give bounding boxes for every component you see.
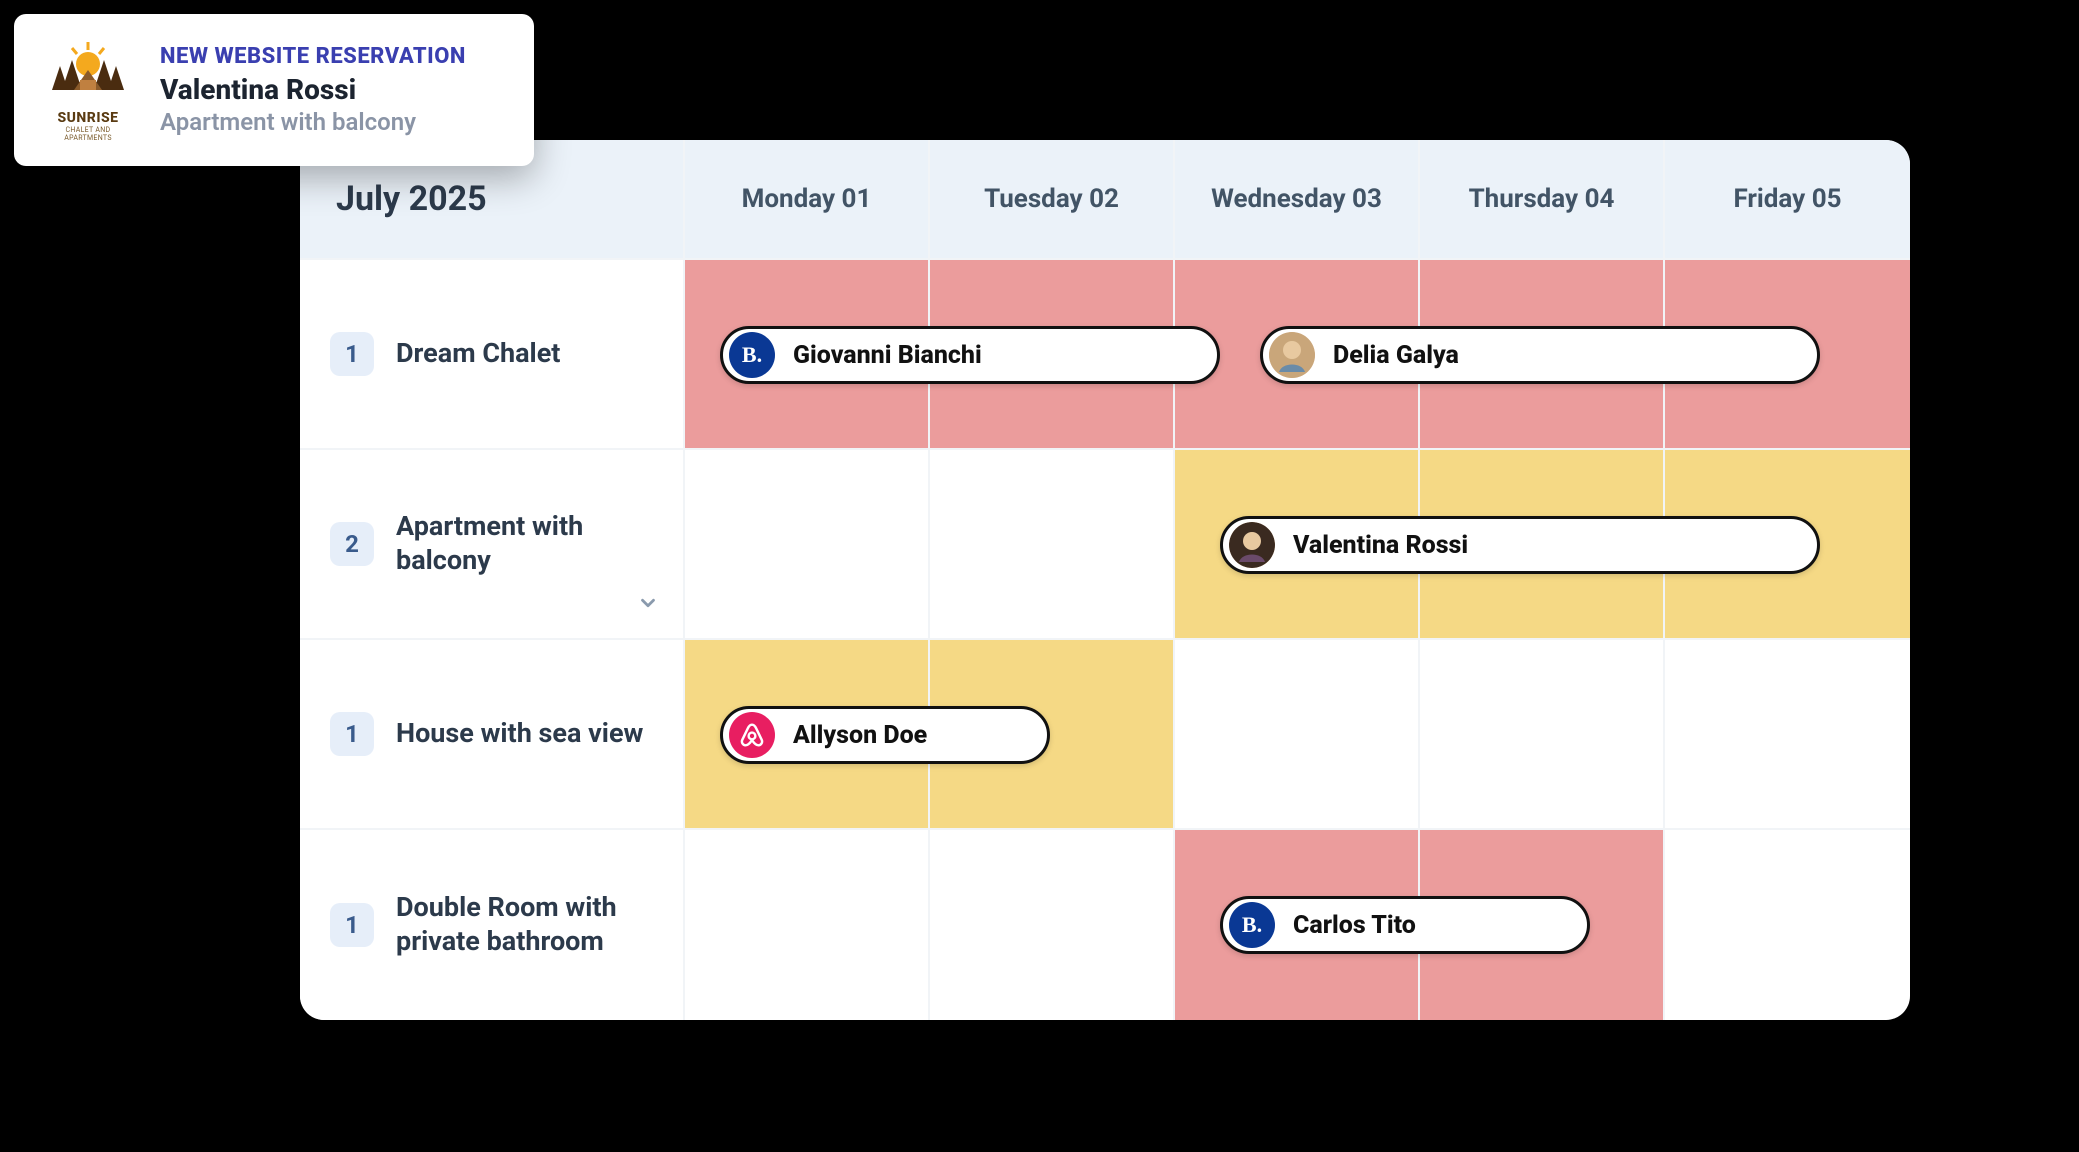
- reservation-toast[interactable]: SUNRISE CHALET AND APARTMENTS NEW WEBSIT…: [14, 14, 534, 166]
- day-header: Friday 05: [1665, 140, 1910, 260]
- day-label: Wednesday 03: [1211, 184, 1382, 214]
- airbnb-icon: [729, 712, 775, 758]
- toast-room-name: Apartment with balcony: [160, 108, 466, 136]
- calendar-cell[interactable]: [1665, 640, 1910, 830]
- calendar-title: July 2025: [336, 179, 487, 219]
- guest-avatar-icon: [1269, 332, 1315, 378]
- calendar-card: July 2025 Monday 01 Tuesday 02 Wednesday…: [300, 140, 1910, 1020]
- property-logo: SUNRISE CHALET AND APARTMENTS: [42, 38, 134, 142]
- booking-guest-name: Valentina Rossi: [1293, 531, 1468, 560]
- day-header: Tuesday 02: [930, 140, 1175, 260]
- day-header: Thursday 04: [1420, 140, 1665, 260]
- room-row[interactable]: 1 Dream Chalet: [300, 260, 685, 450]
- toast-kicker: NEW WEBSITE RESERVATION: [160, 44, 466, 69]
- calendar-cell[interactable]: [1175, 640, 1420, 830]
- booking-guest-name: Delia Galya: [1333, 341, 1459, 370]
- booking-pill[interactable]: Delia Galya: [1260, 326, 1820, 384]
- toast-guest-name: Valentina Rossi: [160, 73, 466, 106]
- booking-guest-name: Giovanni Bianchi: [793, 341, 982, 370]
- property-tagline: CHALET AND APARTMENTS: [42, 126, 134, 142]
- calendar-grid: July 2025 Monday 01 Tuesday 02 Wednesday…: [300, 140, 1910, 1020]
- room-row[interactable]: 2 Apartment with balcony: [300, 450, 685, 640]
- booking-pill[interactable]: B. Giovanni Bianchi: [720, 326, 1220, 384]
- room-name: House with sea view: [396, 717, 643, 751]
- sunrise-logo-icon: [42, 38, 134, 106]
- room-name: Apartment with balcony: [396, 510, 653, 578]
- day-label: Friday 05: [1733, 184, 1841, 214]
- day-header: Wednesday 03: [1175, 140, 1420, 260]
- booking-pill[interactable]: Valentina Rossi: [1220, 516, 1820, 574]
- booking-guest-name: Carlos Tito: [1293, 911, 1416, 940]
- room-count-badge: 1: [330, 332, 374, 376]
- day-label: Thursday 04: [1469, 184, 1615, 214]
- guest-avatar-icon: [1229, 522, 1275, 568]
- day-label: Monday 01: [742, 184, 872, 214]
- room-name: Double Room with private bathroom: [396, 891, 653, 959]
- calendar-cell[interactable]: [930, 450, 1175, 640]
- booking-pill[interactable]: Allyson Doe: [720, 706, 1050, 764]
- calendar-cell[interactable]: [1665, 830, 1910, 1020]
- calendar-cell[interactable]: [685, 450, 930, 640]
- bookingcom-icon: B.: [1229, 902, 1275, 948]
- chevron-down-icon[interactable]: [637, 592, 659, 618]
- room-count-badge: 1: [330, 903, 374, 947]
- booking-guest-name: Allyson Doe: [793, 721, 927, 750]
- calendar-cell[interactable]: [930, 830, 1175, 1020]
- room-row[interactable]: 1 House with sea view: [300, 640, 685, 830]
- day-label: Tuesday 02: [984, 184, 1119, 214]
- room-name: Dream Chalet: [396, 337, 560, 371]
- room-count-badge: 1: [330, 712, 374, 756]
- property-brand: SUNRISE: [42, 110, 134, 126]
- room-count-badge: 2: [330, 522, 374, 566]
- day-header: Monday 01: [685, 140, 930, 260]
- bookingcom-icon: B.: [729, 332, 775, 378]
- booking-pill[interactable]: B. Carlos Tito: [1220, 896, 1590, 954]
- calendar-cell[interactable]: [685, 830, 930, 1020]
- room-row[interactable]: 1 Double Room with private bathroom: [300, 830, 685, 1020]
- calendar-cell[interactable]: [1420, 640, 1665, 830]
